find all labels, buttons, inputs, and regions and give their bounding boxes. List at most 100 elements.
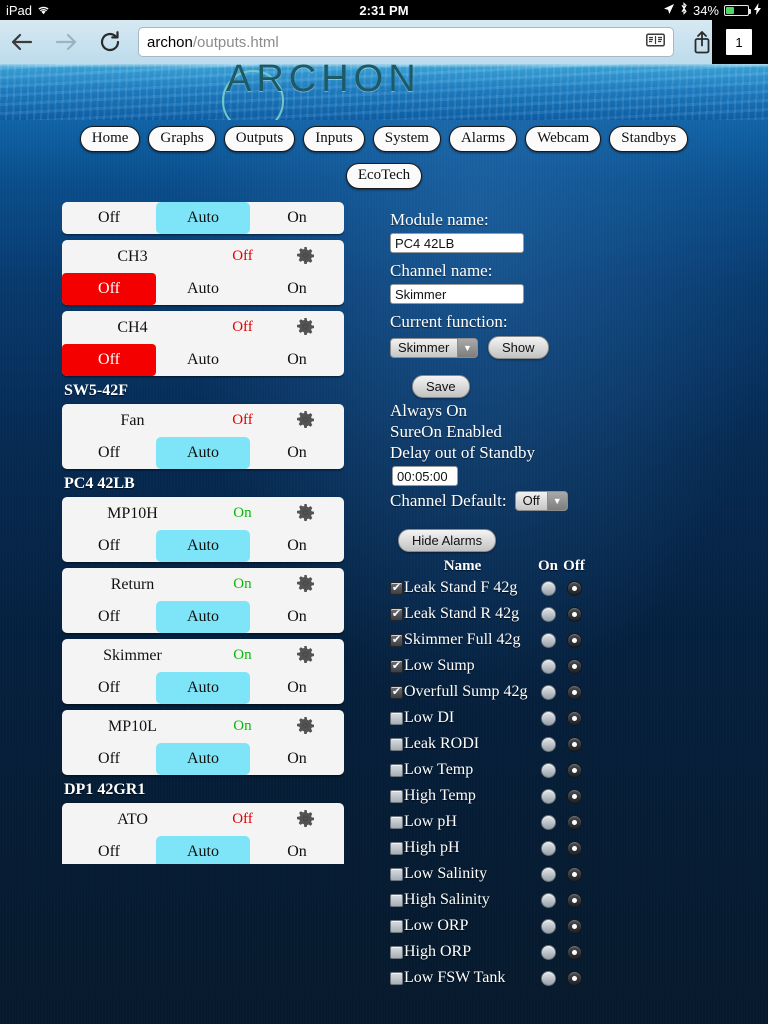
alarm-on-radio[interactable] [535,580,561,596]
module-name-input[interactable]: PC4 42LB [390,233,524,253]
alarm-on-radio[interactable] [535,684,561,700]
alarm-enable-checkbox[interactable] [390,841,403,855]
gear-icon[interactable] [297,717,315,734]
alarm-enable-checkbox[interactable] [390,867,403,881]
gear-icon[interactable] [297,318,315,335]
alarm-on-radio[interactable] [535,632,561,648]
channel-mode-on-button[interactable]: On [250,202,344,234]
channel-name-input[interactable]: Skimmer [390,284,524,304]
alarm-on-radio[interactable] [535,944,561,960]
alarm-off-radio[interactable] [561,840,587,856]
alarm-enable-checkbox[interactable] [390,945,403,959]
nav-item-webcam[interactable]: Webcam [525,126,602,152]
channel-mode-off-button[interactable]: Off [62,672,156,704]
alarm-on-radio[interactable] [535,970,561,986]
channel-card[interactable]: MP10H On Off Auto On [62,497,344,562]
channel-mode-on-button[interactable]: On [250,672,344,704]
alarm-off-radio[interactable] [561,658,587,674]
channel-card[interactable]: Skimmer On Off Auto On [62,639,344,704]
channel-mode-auto-button[interactable]: Auto [156,202,250,234]
alarm-enable-checkbox[interactable] [390,763,403,777]
alarm-on-radio[interactable] [535,840,561,856]
alarm-enable-checkbox[interactable]: ✔ [390,633,403,647]
channel-mode-on-button[interactable]: On [250,601,344,633]
alarm-enable-checkbox[interactable] [390,789,403,803]
alarm-off-radio[interactable] [561,944,587,960]
channel-mode-auto-button[interactable]: Auto [156,344,250,376]
alarm-off-radio[interactable] [561,970,587,986]
channel-mode-on-button[interactable]: On [250,836,344,864]
channel-mode-auto-button[interactable]: Auto [156,743,250,775]
gear-icon[interactable] [297,575,315,592]
channel-mode-on-button[interactable]: On [250,437,344,469]
nav-item-home[interactable]: Home [79,126,141,152]
channel-card[interactable]: Return On Off Auto On [62,568,344,633]
alarm-enable-checkbox[interactable] [390,815,403,829]
channel-mode-off-button[interactable]: Off [62,437,156,469]
alarm-on-radio[interactable] [535,762,561,778]
alarm-off-radio[interactable] [561,684,587,700]
gear-icon[interactable] [297,504,315,521]
alarm-enable-checkbox[interactable] [390,711,403,725]
alarm-off-radio[interactable] [561,632,587,648]
channel-mode-off-button[interactable]: Off [62,273,156,305]
alarm-enable-checkbox[interactable] [390,971,403,985]
channel-list[interactable]: Off Auto On CH3 Off Off Auto On CH4 Off Off Auto On S… [62,202,344,864]
alarm-off-radio[interactable] [561,814,587,830]
channel-mode-auto-button[interactable]: Auto [156,530,250,562]
alarm-enable-checkbox[interactable] [390,919,403,933]
alarm-off-radio[interactable] [561,762,587,778]
nav-item-ecotech[interactable]: EcoTech [345,163,423,189]
alarm-on-radio[interactable] [535,606,561,622]
current-function-select[interactable]: Skimmer ▼ [390,337,478,358]
alarm-enable-checkbox[interactable]: ✔ [390,685,403,699]
channel-mode-auto-button[interactable]: Auto [156,273,250,305]
channel-mode-auto-button[interactable]: Auto [156,672,250,704]
forward-arrow-icon[interactable] [44,20,88,64]
alarm-enable-checkbox[interactable] [390,893,403,907]
channel-mode-auto-button[interactable]: Auto [156,601,250,633]
alarm-enable-checkbox[interactable]: ✔ [390,659,403,673]
nav-item-system[interactable]: System [372,126,441,152]
channel-mode-auto-button[interactable]: Auto [156,836,250,864]
channel-mode-off-button[interactable]: Off [62,202,156,234]
back-arrow-icon[interactable] [0,20,44,64]
alarm-enable-checkbox[interactable]: ✔ [390,607,403,621]
channel-card[interactable]: Off Auto On [62,202,344,234]
alarm-off-radio[interactable] [561,892,587,908]
channel-mode-on-button[interactable]: On [250,273,344,305]
alarm-off-radio[interactable] [561,866,587,882]
nav-item-alarms[interactable]: Alarms [448,126,518,152]
channel-default-select[interactable]: Off ▼ [514,490,568,511]
save-button[interactable]: Save [412,375,470,398]
alarm-off-radio[interactable] [561,710,587,726]
channel-mode-on-button[interactable]: On [250,743,344,775]
alarm-on-radio[interactable] [535,658,561,674]
channel-card[interactable]: MP10L On Off Auto On [62,710,344,775]
reload-icon[interactable] [88,20,132,64]
channel-mode-on-button[interactable]: On [250,530,344,562]
alarm-enable-checkbox[interactable]: ✔ [390,581,403,595]
alarm-off-radio[interactable] [561,580,587,596]
alarm-on-radio[interactable] [535,892,561,908]
alarm-off-radio[interactable] [561,918,587,934]
alarm-on-radio[interactable] [535,866,561,882]
gear-icon[interactable] [297,810,315,827]
channel-card[interactable]: Fan Off Off Auto On [62,404,344,469]
alarm-off-radio[interactable] [561,788,587,804]
channel-card[interactable]: CH4 Off Off Auto On [62,311,344,376]
channel-mode-off-button[interactable]: Off [62,743,156,775]
channel-mode-off-button[interactable]: Off [62,836,156,864]
tab-count-badge[interactable]: 1 [726,29,752,55]
alarm-on-radio[interactable] [535,736,561,752]
nav-item-outputs[interactable]: Outputs [223,126,296,152]
channel-mode-off-button[interactable]: Off [62,530,156,562]
alarm-on-radio[interactable] [535,788,561,804]
nav-item-inputs[interactable]: Inputs [303,126,365,152]
address-bar[interactable]: archon/outputs.html [138,27,674,57]
delay-time-input[interactable]: 00:05:00 [392,466,458,486]
hide-alarms-button[interactable]: Hide Alarms [398,529,497,552]
show-button[interactable]: Show [488,336,549,359]
gear-icon[interactable] [297,646,315,663]
alarm-on-radio[interactable] [535,814,561,830]
